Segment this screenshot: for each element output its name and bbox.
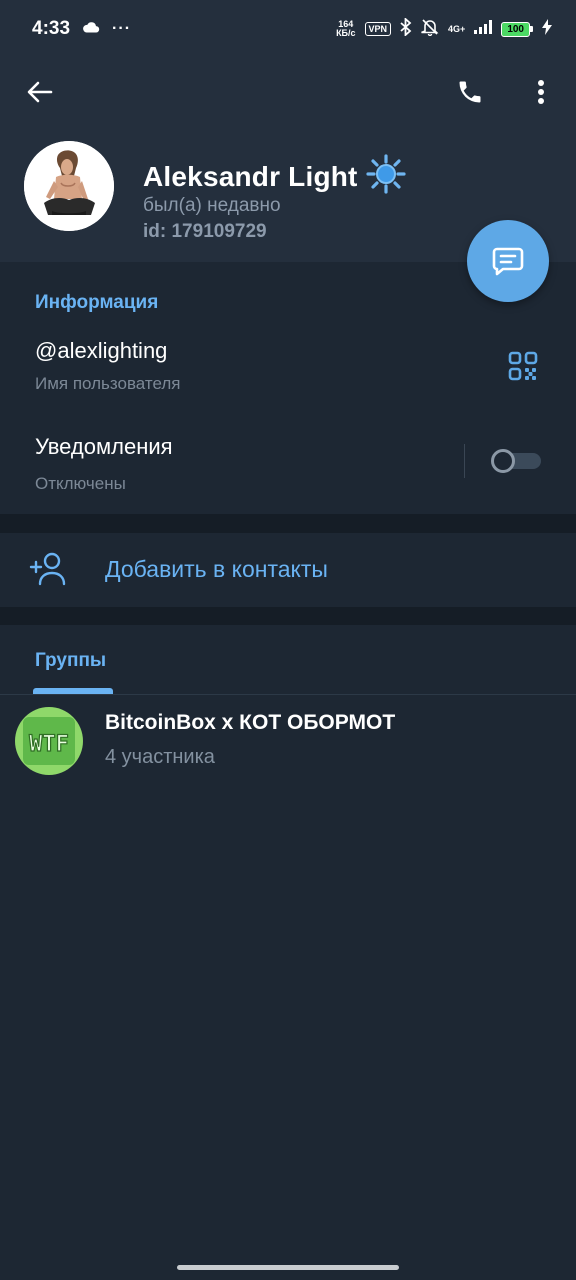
info-section: Информация @alexlighting Имя пользовател… [0, 262, 576, 514]
status-bar: 4:33 ··· 164 КБ/с VPN 4G+ 100 [0, 0, 576, 58]
network-label: 4G+ [448, 24, 466, 34]
mute-bell-icon [421, 18, 439, 41]
section-gap [0, 514, 576, 533]
username-value: @alexlighting [35, 338, 168, 363]
tab-groups[interactable]: Группы [35, 650, 106, 672]
message-icon [492, 247, 524, 276]
home-indicator[interactable] [177, 1265, 399, 1270]
vpn-badge: VPN [364, 22, 392, 36]
row-divider [464, 444, 465, 478]
net-speed-unit: КБ/с [336, 28, 356, 38]
notifications-toggle[interactable] [491, 449, 541, 473]
info-section-title: Информация [35, 292, 159, 313]
list-item[interactable]: WTF BitcoinBox x КОТ ОБОРМОТ 4 участника [0, 697, 576, 781]
profile-name: Aleksandr Light [143, 160, 358, 192]
cloud-icon [82, 20, 100, 38]
notifications-title: Уведомления [35, 434, 173, 459]
back-arrow-icon [27, 81, 53, 103]
profile-avatar[interactable] [24, 141, 114, 231]
phone-icon [459, 81, 481, 103]
last-seen-status: был(а) недавно [143, 195, 281, 216]
section-gap [0, 607, 576, 625]
group-avatar: WTF [15, 707, 83, 775]
more-vertical-icon [538, 80, 544, 104]
battery-indicator: 100 [501, 21, 533, 37]
back-button[interactable] [20, 72, 60, 112]
status-left: 4:33 ··· [32, 18, 131, 40]
bluetooth-icon [400, 16, 412, 41]
toggle-knob [491, 449, 515, 473]
name-row: Aleksandr Light [143, 154, 406, 199]
tab-divider [0, 694, 576, 695]
more-notifications: ··· [112, 20, 132, 37]
signal-icon [474, 19, 493, 39]
user-id: id: 179109729 [143, 221, 267, 242]
qr-code-button[interactable] [505, 348, 541, 384]
battery-level: 100 [501, 21, 530, 37]
group-members-count: 4 участника [105, 746, 215, 768]
group-avatar-text: WTF [29, 732, 69, 757]
qr-code-icon [508, 351, 538, 381]
add-user-icon [29, 552, 66, 586]
charging-icon [542, 18, 552, 40]
add-contact-button[interactable]: Добавить в контакты [0, 533, 576, 607]
sun-icon [365, 154, 406, 199]
net-speed: 164 КБ/с [336, 20, 355, 38]
battery-tip [530, 26, 533, 32]
add-contact-label: Добавить в контакты [105, 556, 328, 582]
person-photo [24, 141, 114, 231]
status-time: 4:33 [32, 18, 71, 39]
more-options-button[interactable] [521, 72, 561, 112]
group-name: BitcoinBox x КОТ ОБОРМОТ [105, 711, 396, 734]
notifications-value: Отключены [35, 474, 126, 493]
status-right: 164 КБ/с VPN 4G+ 100 [336, 16, 552, 41]
send-message-button[interactable] [467, 220, 549, 302]
shared-groups-section: Группы WTF BitcoinBox x КОТ ОБОРМОТ 4 уч… [0, 625, 576, 1280]
call-button[interactable] [450, 72, 490, 112]
username-label: Имя пользователя [35, 374, 181, 393]
